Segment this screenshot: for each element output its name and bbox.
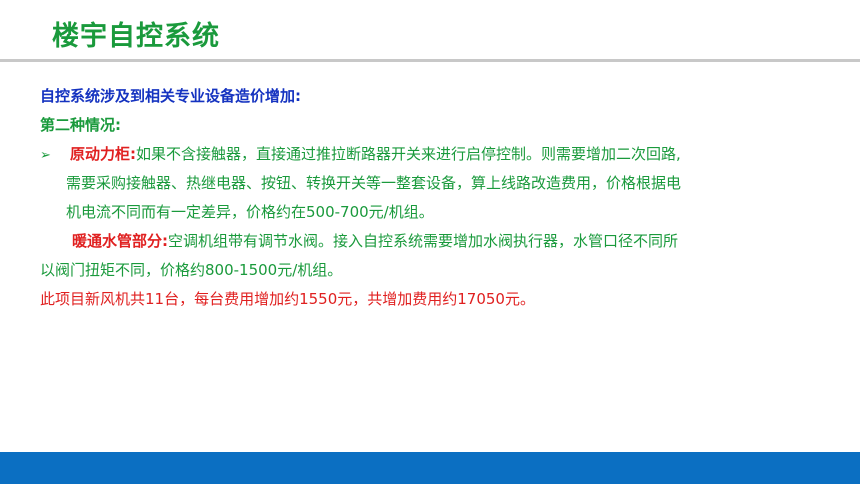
item2-label: 暖通水管部分: — [72, 232, 168, 250]
item2-text: 空调机组带有调节水阀。接入自控系统需要增加水阀执行器，水管口径不同所 — [168, 232, 679, 250]
item-2: 暖通水管部分:空调机组带有调节水阀。接入自控系统需要增加水阀执行器，水管口径不同… — [40, 227, 820, 256]
item2-continuation: 以阀门扭矩不同，价格约800-1500元/机组。 — [40, 261, 343, 279]
bullet-item-1: ➢ 原动力柜:如果不含接触器，直接通过推拉断路器开关来进行启停控制。则需要增加二次… — [40, 140, 820, 169]
title-bar: 楼宇自控系统 — [0, 0, 860, 62]
title-divider — [0, 59, 860, 62]
footer-bar — [0, 452, 860, 484]
intro-heading: 自控系统涉及到相关专业设备造价增加: — [40, 87, 302, 105]
item1-text: 如果不含接触器，直接通过推拉断路器开关来进行启停控制。则需要增加二次回路, — [136, 145, 681, 163]
item1-continuation-1: 需要采购接触器、热继电器、按钮、转换开关等一整套设备，算上线路改造费用，价格根据… — [66, 174, 682, 192]
case-heading: 第二种情况: — [40, 116, 121, 134]
item1-continuation-2: 机电流不同而有一定差异，价格约在500-700元/机组。 — [66, 203, 434, 221]
item1-label: 原动力柜: — [70, 145, 136, 163]
slide-content: 自控系统涉及到相关专业设备造价增加: 第二种情况: ➢ 原动力柜:如果不含接触器，… — [40, 82, 820, 314]
summary-text: 此项目新风机共11台，每台费用增加约1550元，共增加费用约17050元。 — [40, 290, 535, 308]
page-title: 楼宇自控系统 — [52, 21, 220, 52]
arrow-bullet-icon: ➢ — [40, 148, 51, 163]
